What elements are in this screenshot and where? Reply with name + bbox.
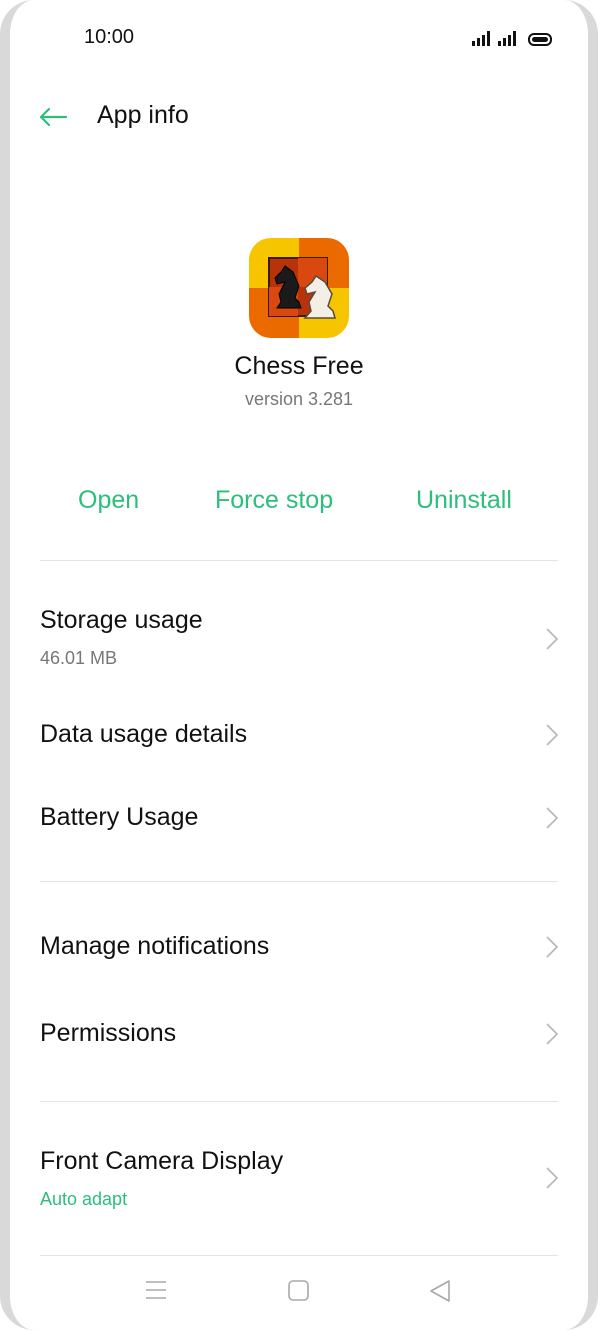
front-camera-display-row[interactable]: Front Camera Display Auto adapt <box>10 1137 588 1223</box>
data-usage-details-title: Data usage details <box>40 720 248 748</box>
chevron-right-icon <box>546 1167 558 1189</box>
chevron-right-icon <box>546 807 558 829</box>
page-title: App info <box>97 101 189 129</box>
front-camera-display-value: Auto adapt <box>40 1189 128 1209</box>
storage-usage-value: 46.01 MB <box>40 648 118 668</box>
chevron-right-icon <box>546 628 558 650</box>
permissions-row[interactable]: Permissions <box>10 1009 588 1063</box>
app-info-screen: 10:00 App info Chess Free version 3.281 … <box>10 0 588 1330</box>
permissions-title: Permissions <box>40 1019 177 1047</box>
divider <box>40 1101 558 1102</box>
menu-lines-icon <box>146 1281 166 1299</box>
signal-1-icon <box>472 30 490 46</box>
divider <box>40 560 558 561</box>
battery-usage-row[interactable]: Battery Usage <box>10 793 588 847</box>
status-icons <box>472 28 552 46</box>
chess-app-icon <box>249 238 349 338</box>
recents-button[interactable] <box>145 1280 167 1305</box>
manage-notifications-title: Manage notifications <box>40 932 270 960</box>
manage-notifications-row[interactable]: Manage notifications <box>10 922 588 976</box>
uninstall-button[interactable]: Uninstall <box>416 486 512 515</box>
data-usage-details-row[interactable]: Data usage details <box>10 710 588 764</box>
battery-icon <box>528 33 552 46</box>
divider <box>40 1255 558 1256</box>
battery-usage-title: Battery Usage <box>40 803 199 831</box>
home-button[interactable] <box>288 1280 309 1306</box>
back-button[interactable] <box>36 100 70 134</box>
divider <box>40 881 558 882</box>
signal-2-icon <box>498 30 516 46</box>
app-name: Chess Free <box>234 352 364 380</box>
nav-back-button[interactable] <box>429 1280 451 1307</box>
arrow-left-icon <box>39 107 68 127</box>
storage-usage-row[interactable]: Storage usage 46.01 MB <box>10 596 588 682</box>
front-camera-display-title: Front Camera Display <box>40 1147 284 1175</box>
status-time: 10:00 <box>84 26 135 48</box>
chevron-right-icon <box>546 724 558 746</box>
square-home-icon <box>288 1280 309 1301</box>
open-button[interactable]: Open <box>78 486 139 515</box>
app-version: version 3.281 <box>244 389 354 409</box>
storage-usage-title: Storage usage <box>40 606 203 634</box>
chevron-right-icon <box>546 1023 558 1045</box>
force-stop-button[interactable]: Force stop <box>215 486 333 515</box>
triangle-back-icon <box>430 1280 450 1302</box>
chevron-right-icon <box>546 936 558 958</box>
